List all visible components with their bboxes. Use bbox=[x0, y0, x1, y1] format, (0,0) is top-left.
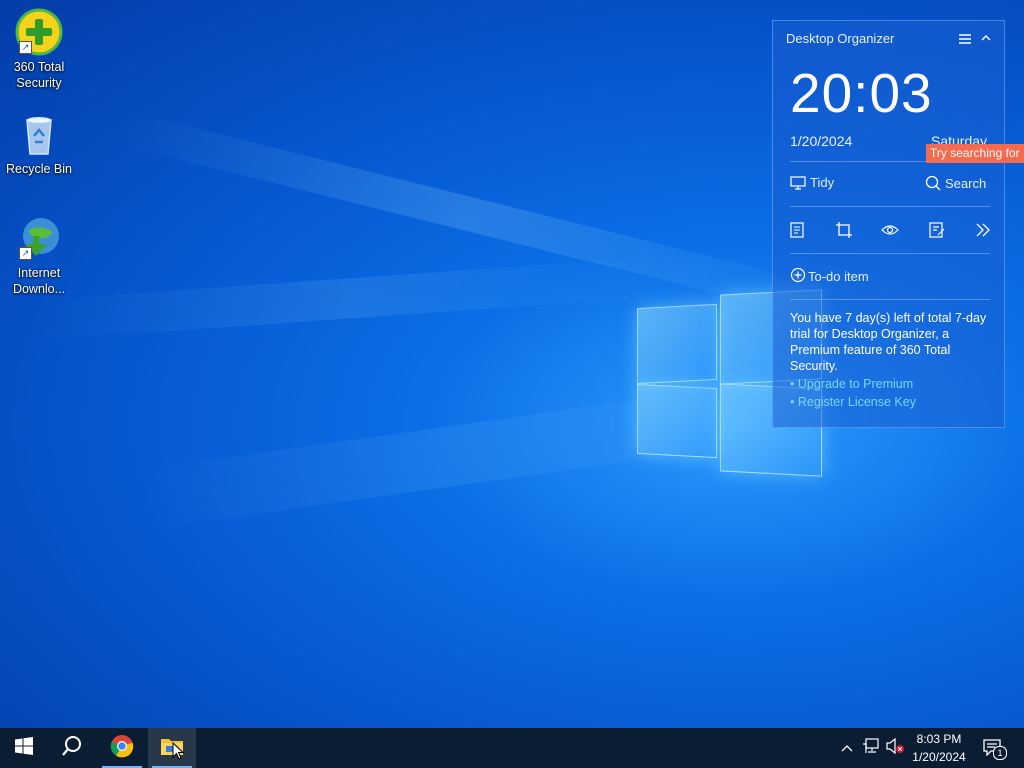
tray-time: 8:03 PM bbox=[916, 732, 962, 746]
internet-download-manager-icon: ↗ bbox=[15, 214, 63, 262]
edit-note-icon[interactable] bbox=[927, 220, 947, 240]
desktop-icon-label: 360 Total Security bbox=[13, 60, 65, 90]
desktop-organizer-widget: Desktop Organizer 20:03 1/20/2024 Saturd… bbox=[772, 20, 1005, 428]
widget-clock: 20:03 bbox=[790, 62, 933, 124]
trial-notice: You have 7 day(s) left of total 7-day tr… bbox=[790, 310, 990, 410]
add-todo-button[interactable]: To-do item bbox=[790, 267, 869, 286]
double-chevron-right-icon[interactable] bbox=[973, 220, 993, 240]
desktop-wallpaper: ↗ 360 Total Security Recycle Bin ↗ Inter… bbox=[0, 0, 1024, 728]
taskbar-chrome[interactable] bbox=[98, 728, 146, 768]
tray-date: 1/20/2024 bbox=[912, 750, 966, 764]
light-beam bbox=[38, 256, 660, 340]
notification-icon: 1 bbox=[982, 738, 1007, 760]
search-tooltip: Try searching for bbox=[926, 144, 1024, 163]
taskbar-file-explorer[interactable] bbox=[148, 728, 196, 768]
register-license-link[interactable]: • Register License Key bbox=[790, 394, 990, 410]
chevron-up-icon bbox=[841, 739, 853, 757]
windows-start-icon bbox=[15, 736, 33, 760]
plus-circle-icon bbox=[790, 267, 806, 286]
desktop-icon-label: Recycle Bin bbox=[6, 162, 72, 176]
start-button[interactable] bbox=[0, 728, 48, 768]
search-label: Search bbox=[945, 175, 987, 191]
search-button[interactable]: Search bbox=[925, 175, 986, 191]
action-center-button[interactable]: 1 bbox=[978, 728, 1008, 768]
notes-icon[interactable] bbox=[787, 220, 807, 240]
search-icon bbox=[925, 175, 941, 191]
chrome-icon bbox=[110, 734, 134, 763]
widget-toolbar bbox=[787, 220, 993, 240]
taskbar: 8:03 PM 1/20/2024 1 bbox=[0, 728, 1024, 768]
chevron-up-icon[interactable] bbox=[980, 31, 992, 45]
taskbar-clock[interactable]: 8:03 PM 1/20/2024 bbox=[902, 730, 976, 766]
crop-screenshot-icon[interactable] bbox=[834, 220, 854, 240]
desktop-icon-360-total-security[interactable]: ↗ 360 Total Security bbox=[1, 8, 77, 91]
notification-count-badge: 1 bbox=[993, 746, 1007, 760]
shortcut-arrow-icon: ↗ bbox=[19, 41, 32, 54]
todo-label: To-do item bbox=[808, 269, 869, 284]
taskbar-search-button[interactable] bbox=[48, 728, 96, 768]
recycle-bin-icon bbox=[15, 110, 63, 158]
widget-date: 1/20/2024 bbox=[790, 133, 853, 149]
network-icon bbox=[862, 737, 880, 759]
show-hidden-icons-button[interactable] bbox=[838, 728, 856, 768]
hamburger-menu-icon[interactable] bbox=[958, 32, 972, 46]
desktop-icon-label: Internet Downlo... bbox=[12, 266, 66, 296]
tidy-label: Tidy bbox=[810, 175, 835, 190]
monitor-icon bbox=[790, 175, 806, 190]
desktop-icon-recycle-bin[interactable]: Recycle Bin bbox=[1, 110, 77, 177]
divider bbox=[790, 299, 990, 300]
upgrade-premium-link[interactable]: • Upgrade to Premium bbox=[790, 376, 990, 392]
widget-title: Desktop Organizer bbox=[786, 31, 895, 46]
360-security-icon: ↗ bbox=[15, 8, 63, 56]
mouse-cursor-icon bbox=[172, 741, 185, 765]
search-icon bbox=[61, 735, 83, 762]
trial-text: You have 7 day(s) left of total 7-day tr… bbox=[790, 311, 987, 373]
tidy-button[interactable]: Tidy bbox=[790, 175, 834, 190]
network-tray-button[interactable] bbox=[860, 728, 882, 768]
divider bbox=[790, 206, 990, 207]
divider bbox=[790, 253, 990, 254]
shortcut-arrow-icon: ↗ bbox=[19, 247, 32, 260]
eye-icon[interactable] bbox=[880, 220, 900, 240]
desktop-icon-internet-download-manager[interactable]: ↗ Internet Downlo... bbox=[1, 214, 77, 297]
